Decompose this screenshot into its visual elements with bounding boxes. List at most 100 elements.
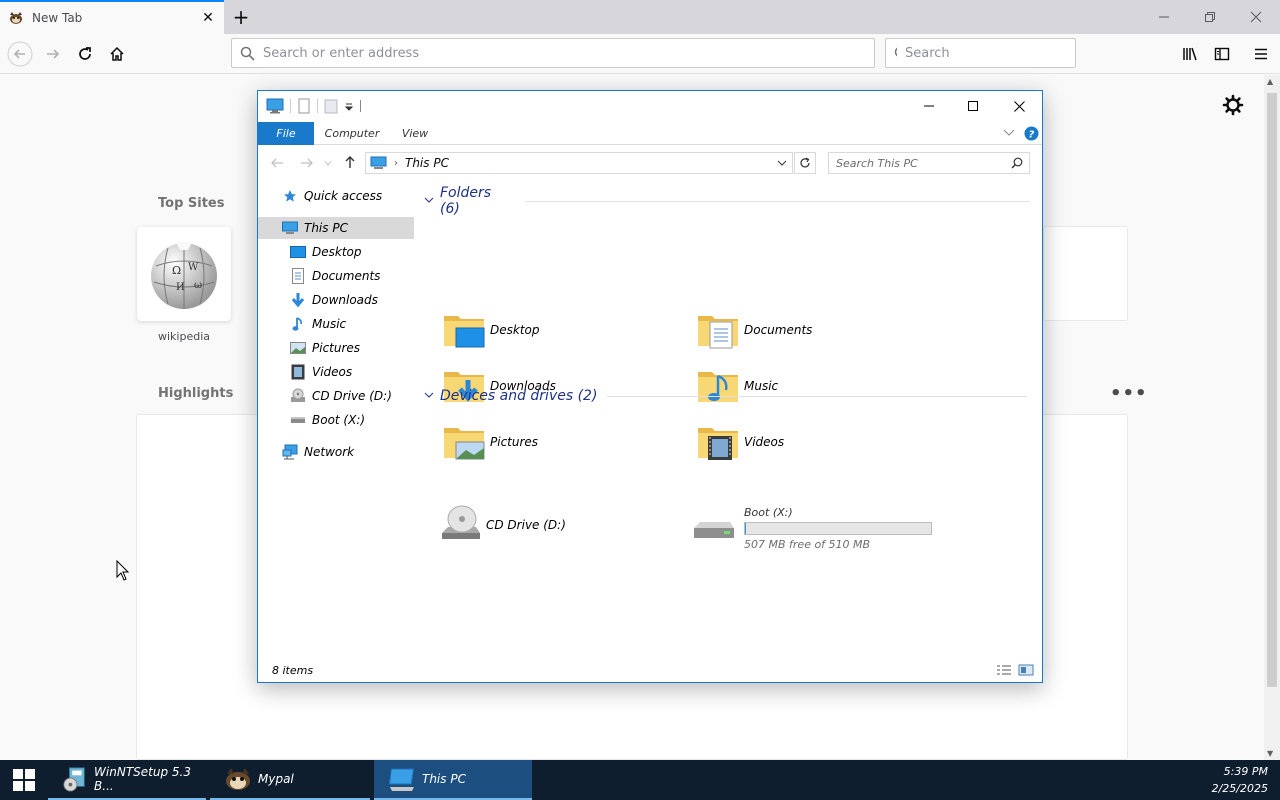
- folders-header-label: Folders (6): [440, 185, 492, 217]
- explorer-close-button[interactable]: [996, 91, 1042, 121]
- search-bar[interactable]: [885, 38, 1076, 68]
- up-arrow-icon[interactable]: [344, 155, 356, 169]
- sidebar-item-cd-drive[interactable]: CD Drive (D:): [290, 385, 392, 407]
- scroll-down-icon[interactable]: ▼: [1267, 749, 1273, 758]
- tab-new-tab[interactable]: New Tab ✕: [0, 0, 224, 34]
- properties-icon[interactable]: [297, 98, 311, 114]
- tab-view[interactable]: View: [392, 122, 438, 145]
- expand-ribbon-icon[interactable]: [1003, 129, 1015, 137]
- new-tab-button[interactable]: +: [228, 4, 254, 30]
- pictures-icon: [290, 340, 306, 356]
- taskbar-item-this-pc[interactable]: This PC: [374, 760, 532, 800]
- browser-tab-bar: New Tab ✕ +: [0, 0, 1280, 34]
- breadcrumb-separator-icon[interactable]: ›: [394, 158, 398, 169]
- explorer-address-bar[interactable]: › This PC: [365, 152, 793, 174]
- taskbar-item-mypal[interactable]: Mypal: [210, 760, 370, 800]
- back-button[interactable]: [6, 40, 34, 68]
- start-button[interactable]: [0, 760, 48, 800]
- documents-icon: [290, 268, 306, 284]
- large-icons-view-icon[interactable]: [1018, 664, 1034, 676]
- scrollbar-thumb[interactable]: [1267, 93, 1277, 687]
- folder-item-desktop[interactable]: Desktop: [442, 306, 540, 354]
- top-site-wikipedia[interactable]: Ω W И ω: [137, 227, 231, 321]
- reload-icon: [79, 47, 91, 60]
- sidebar-item-videos[interactable]: Videos: [290, 361, 352, 383]
- sidebar-item-documents[interactable]: Documents: [290, 265, 380, 287]
- address-dropdown-icon[interactable]: [777, 160, 787, 167]
- menu-button[interactable]: [1247, 40, 1275, 68]
- minimize-icon: [924, 105, 934, 107]
- group-divider: [524, 200, 1030, 202]
- back-arrow-icon[interactable]: [270, 157, 284, 169]
- tab-title: New Tab: [32, 11, 83, 25]
- gear-icon[interactable]: [1221, 93, 1245, 117]
- sidebar-item-label: Quick access: [304, 189, 383, 203]
- sidebar-item-this-pc[interactable]: This PC: [258, 217, 414, 239]
- help-icon[interactable]: ?: [1024, 126, 1039, 141]
- forward-arrow-icon[interactable]: [300, 157, 314, 169]
- explorer-maximize-button[interactable]: [950, 91, 996, 121]
- view-buttons: [996, 664, 1034, 676]
- drive-info: Boot (X:) 507 MB free of 510 MB: [744, 506, 932, 551]
- close-button[interactable]: [1233, 0, 1279, 34]
- folder-item-documents[interactable]: Documents: [696, 306, 812, 354]
- clock-time: 5:39 PM: [1223, 765, 1268, 778]
- sidebar-item-music[interactable]: Music: [290, 313, 346, 335]
- tab-computer[interactable]: Computer: [320, 122, 384, 145]
- home-button[interactable]: [103, 40, 131, 68]
- device-item-cd-drive[interactable]: CD Drive (D:): [438, 501, 566, 549]
- explorer-minimize-button[interactable]: [906, 91, 952, 121]
- library-button[interactable]: [1176, 40, 1204, 68]
- folder-item-videos[interactable]: Videos: [696, 418, 784, 466]
- tab-file[interactable]: File: [258, 122, 314, 145]
- address-bar[interactable]: [231, 38, 875, 68]
- explorer-search-box[interactable]: [828, 152, 1030, 174]
- device-label: Boot (X:): [744, 505, 793, 519]
- address-input[interactable]: [263, 45, 874, 61]
- taskbar-item-winntsetup[interactable]: WinNTSetup 5.3 B...: [48, 760, 206, 800]
- details-view-icon[interactable]: [996, 664, 1012, 676]
- tab-close-icon[interactable]: ✕: [200, 10, 216, 26]
- sidebar-item-pictures[interactable]: Pictures: [290, 337, 360, 359]
- refresh-button[interactable]: [794, 152, 816, 174]
- clock-date: 2/25/2025: [1211, 782, 1268, 795]
- minimize-icon: [1159, 16, 1169, 18]
- sidebar-item-label: Documents: [312, 269, 381, 283]
- search-icon: [1011, 157, 1023, 169]
- breadcrumb[interactable]: This PC: [405, 156, 449, 170]
- customize-qat-icon[interactable]: [344, 101, 354, 111]
- search-input[interactable]: [905, 45, 1075, 61]
- explorer-search-input[interactable]: [836, 156, 1011, 170]
- forward-button[interactable]: [39, 40, 67, 68]
- device-label: CD Drive (D:): [486, 518, 566, 532]
- svg-text:Ω: Ω: [172, 264, 181, 277]
- chevron-down-icon: [424, 196, 434, 207]
- new-folder-icon[interactable]: [324, 98, 338, 114]
- group-divider: [607, 395, 1028, 397]
- highlights-more-button[interactable]: •••: [1110, 383, 1148, 404]
- sidebar-icon: [1214, 47, 1230, 61]
- minimize-button[interactable]: [1141, 0, 1187, 34]
- restore-button[interactable]: [1187, 0, 1233, 34]
- system-clock[interactable]: 5:39 PM 2/25/2025: [1212, 763, 1268, 797]
- sidebar-item-boot[interactable]: Boot (X:): [290, 409, 365, 431]
- devices-group-header[interactable]: Devices and drives (2): [424, 386, 1030, 406]
- folders-group-header[interactable]: Folders (6): [424, 185, 1030, 217]
- sidebar-item-downloads[interactable]: Downloads: [290, 289, 378, 311]
- downloads-icon: [290, 292, 306, 308]
- desktop-folder-icon: [444, 316, 485, 348]
- device-item-boot[interactable]: Boot (X:) 507 MB free of 510 MB: [692, 501, 932, 555]
- this-pc-icon: [388, 768, 415, 791]
- sidebar-item-desktop[interactable]: Desktop: [290, 241, 362, 263]
- scroll-up-icon[interactable]: ▲: [1267, 77, 1273, 86]
- sidebar-button[interactable]: [1208, 40, 1236, 68]
- maximize-icon: [968, 101, 978, 111]
- reload-button[interactable]: [71, 40, 99, 68]
- sidebar-item-label: Network: [304, 445, 355, 459]
- chevron-down-icon: [424, 391, 434, 402]
- sidebar-item-network[interactable]: Network: [282, 441, 354, 463]
- sidebar-item-quick-access[interactable]: Quick access: [282, 185, 414, 207]
- folder-item-pictures[interactable]: Pictures: [442, 418, 538, 466]
- recent-locations-icon[interactable]: [324, 159, 332, 167]
- page-scrollbar[interactable]: ▲ ▼: [1264, 75, 1280, 760]
